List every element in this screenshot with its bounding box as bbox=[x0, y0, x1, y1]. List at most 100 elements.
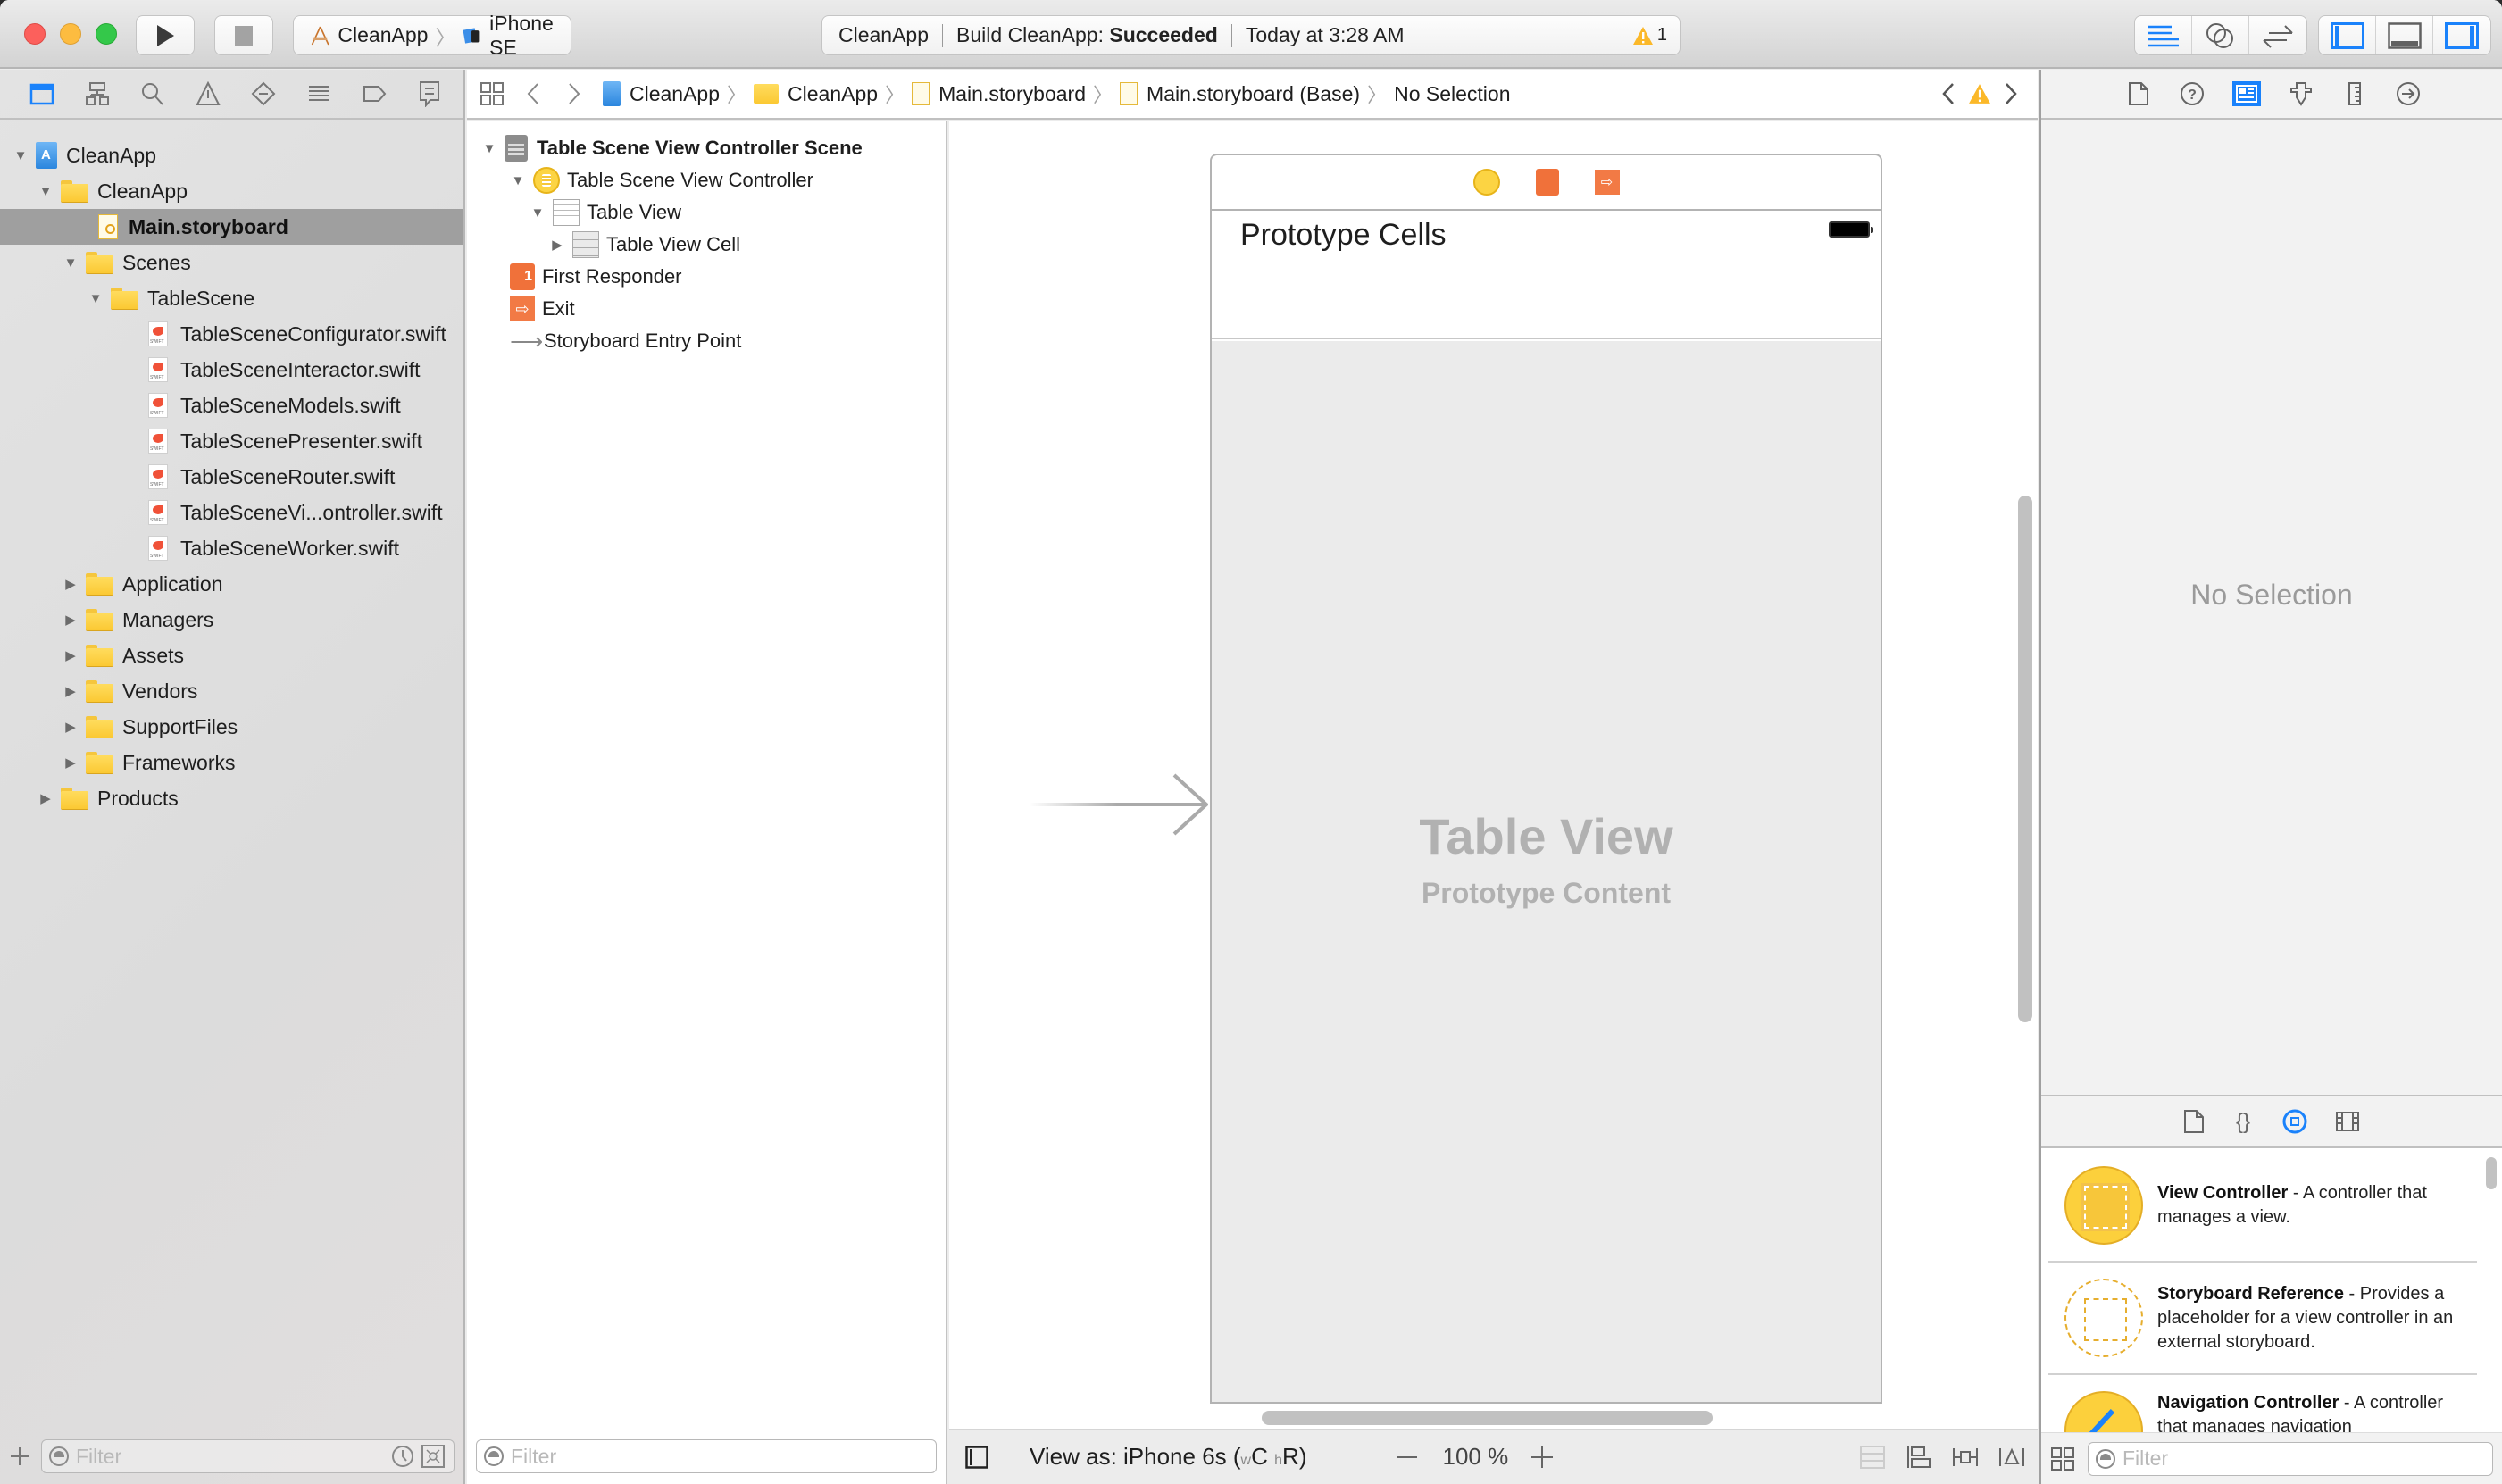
connections-inspector-tab[interactable] bbox=[2395, 80, 2422, 107]
file-tree-item[interactable]: ▼ TableScene bbox=[0, 280, 463, 316]
report-navigator-tab[interactable] bbox=[416, 80, 443, 107]
navigator-filter-field[interactable]: Filter bbox=[41, 1439, 455, 1473]
identity-inspector-tab[interactable] bbox=[2232, 81, 2261, 106]
file-tree-item[interactable]: ▼ CleanApp bbox=[0, 138, 463, 173]
table-scene-view-controller[interactable]: ⇨ Prototype Cells Table View Prototype C… bbox=[1210, 154, 1882, 1404]
related-items-icon[interactable] bbox=[480, 81, 505, 106]
scheme-device[interactable]: iPhone SE bbox=[489, 12, 571, 60]
library-item-storyboard-reference[interactable]: Storyboard Reference - Provides a placeh… bbox=[2048, 1263, 2477, 1375]
disclosure-open-icon[interactable]: ▼ bbox=[13, 147, 29, 163]
align-icon[interactable] bbox=[1906, 1445, 1932, 1470]
library-filter-field[interactable]: Filter bbox=[2088, 1441, 2493, 1476]
jump-bar-item-file[interactable]: Main.storyboard bbox=[912, 82, 1086, 106]
outline-item[interactable]: ▼ Table View bbox=[530, 196, 681, 229]
file-tree-item[interactable]: ▶ Application bbox=[0, 566, 463, 602]
size-inspector-tab[interactable] bbox=[2341, 80, 2368, 107]
zoom-in-icon[interactable] bbox=[1530, 1445, 1555, 1470]
assistant-editor-button[interactable] bbox=[2192, 16, 2249, 54]
media-library-tab[interactable] bbox=[2335, 1111, 2360, 1132]
back-icon[interactable] bbox=[526, 81, 540, 106]
disclosure-open-icon[interactable]: ▼ bbox=[510, 172, 526, 188]
find-navigator-tab[interactable] bbox=[139, 80, 166, 107]
file-tree-item[interactable]: ▶ Managers bbox=[0, 602, 463, 638]
outline-item[interactable]: ▼ Table Scene View Controller Scene bbox=[481, 132, 863, 164]
disclosure-closed-icon[interactable]: ▶ bbox=[63, 647, 79, 663]
disclosure-closed-icon[interactable]: ▶ bbox=[63, 683, 79, 699]
breakpoint-navigator-tab[interactable] bbox=[361, 80, 388, 107]
attributes-inspector-tab[interactable] bbox=[2288, 80, 2314, 107]
outline-item[interactable]: ⇨ Exit bbox=[510, 293, 575, 325]
issue-navigator-tab[interactable] bbox=[195, 80, 221, 107]
utilities-toggle-button[interactable] bbox=[2433, 16, 2490, 54]
library-item-view-controller[interactable]: View Controller - A controller that mana… bbox=[2048, 1150, 2477, 1263]
file-tree-item[interactable]: ▶ Vendors bbox=[0, 673, 463, 709]
jump-bar-item-project[interactable]: CleanApp bbox=[603, 81, 720, 106]
recent-files-icon[interactable] bbox=[391, 1445, 414, 1468]
disclosure-closed-icon[interactable]: ▶ bbox=[549, 237, 565, 253]
file-tree-item[interactable]: TableSceneInteractor.swift bbox=[0, 352, 463, 388]
outline-item[interactable]: ▼ Table Scene View Controller bbox=[510, 164, 813, 196]
jump-bar-item-localization[interactable]: Main.storyboard (Base) bbox=[1120, 82, 1360, 106]
disclosure-open-icon[interactable]: ▼ bbox=[481, 140, 497, 156]
file-tree-item[interactable]: TableSceneRouter.swift bbox=[0, 459, 463, 495]
debug-area-toggle-button[interactable] bbox=[2376, 16, 2433, 54]
file-tree-item[interactable]: TableSceneWorker.swift bbox=[0, 530, 463, 566]
scheme-target[interactable]: CleanApp bbox=[338, 23, 428, 47]
file-tree-item[interactable]: TableSceneModels.swift bbox=[0, 388, 463, 423]
disclosure-open-icon[interactable]: ▼ bbox=[530, 204, 546, 221]
pin-icon[interactable] bbox=[1952, 1445, 1979, 1470]
file-tree-item[interactable]: TableSceneVi...ontroller.swift bbox=[0, 495, 463, 530]
disclosure-closed-icon[interactable]: ▶ bbox=[38, 790, 54, 806]
outline-item[interactable]: 1 First Responder bbox=[510, 261, 682, 293]
view-controller-icon[interactable] bbox=[1472, 169, 1500, 196]
disclosure-open-icon[interactable]: ▼ bbox=[63, 254, 79, 271]
grid-view-icon[interactable] bbox=[2050, 1446, 2075, 1471]
disclosure-closed-icon[interactable]: ▶ bbox=[63, 755, 79, 771]
next-issue-icon[interactable] bbox=[2004, 81, 2018, 106]
add-icon[interactable] bbox=[9, 1446, 30, 1467]
outline-filter-field[interactable]: Filter bbox=[476, 1439, 937, 1473]
storyboard-entry-arrow[interactable] bbox=[1030, 773, 1208, 836]
jump-bar-item-selection[interactable]: No Selection bbox=[1394, 82, 1510, 106]
resolve-auto-layout-icon[interactable] bbox=[1998, 1445, 2025, 1470]
minimize-window-button[interactable] bbox=[60, 23, 81, 45]
disclosure-closed-icon[interactable]: ▶ bbox=[63, 612, 79, 628]
symbol-navigator-tab[interactable] bbox=[84, 80, 111, 107]
file-tree-item[interactable]: ▶ Products bbox=[0, 780, 463, 816]
navigator-toggle-button[interactable] bbox=[2319, 16, 2376, 54]
file-tree-item[interactable]: ▼ Scenes bbox=[0, 245, 463, 280]
disclosure-open-icon[interactable]: ▼ bbox=[88, 290, 104, 306]
table-view[interactable]: Table View Prototype Content bbox=[1212, 341, 1881, 1402]
zoom-out-icon[interactable] bbox=[1396, 1446, 1419, 1469]
file-inspector-tab[interactable] bbox=[2125, 80, 2152, 107]
disclosure-closed-icon[interactable]: ▶ bbox=[63, 719, 79, 735]
document-outline-toggle-icon[interactable] bbox=[965, 1445, 988, 1469]
outline-item[interactable]: ⟶ Storyboard Entry Point bbox=[510, 325, 741, 357]
file-tree-item[interactable]: ▶ Assets bbox=[0, 638, 463, 673]
view-as-device-button[interactable]: View as: iPhone 6s (wC hR) bbox=[1030, 1443, 1306, 1471]
exit-icon[interactable]: ⇨ bbox=[1594, 170, 1620, 195]
project-navigator-tab[interactable] bbox=[29, 80, 55, 107]
embed-in-stack-icon[interactable] bbox=[1859, 1445, 1886, 1470]
disclosure-open-icon[interactable]: ▼ bbox=[38, 183, 54, 199]
object-library-tab[interactable] bbox=[2281, 1108, 2308, 1135]
scm-filter-icon[interactable] bbox=[421, 1445, 445, 1468]
debug-navigator-tab[interactable] bbox=[305, 80, 332, 107]
first-responder-icon[interactable] bbox=[1535, 169, 1559, 196]
library-item-navigation-controller[interactable]: Navigation Controller - A controller tha… bbox=[2048, 1375, 2477, 1432]
code-snippet-library-tab[interactable]: {} bbox=[2231, 1109, 2255, 1134]
stop-button[interactable] bbox=[214, 15, 273, 55]
file-tree-item[interactable]: ▶ Frameworks bbox=[0, 745, 463, 780]
canvas-horizontal-scrollbar[interactable] bbox=[1262, 1411, 1713, 1425]
file-tree-item[interactable]: TableScenePresenter.swift bbox=[0, 423, 463, 459]
library-scrollbar[interactable] bbox=[2486, 1157, 2497, 1189]
canvas-vertical-scrollbar[interactable] bbox=[2018, 496, 2032, 1022]
quick-help-tab[interactable]: ? bbox=[2179, 80, 2206, 107]
file-tree-item[interactable]: Main.storyboard bbox=[0, 209, 463, 245]
file-template-library-tab[interactable] bbox=[2183, 1109, 2205, 1134]
version-editor-button[interactable] bbox=[2249, 16, 2306, 54]
run-button[interactable] bbox=[136, 15, 195, 55]
warning-badge[interactable]: 1 bbox=[1632, 25, 1667, 46]
warning-icon[interactable] bbox=[1968, 83, 1991, 104]
zoom-window-button[interactable] bbox=[96, 23, 117, 45]
